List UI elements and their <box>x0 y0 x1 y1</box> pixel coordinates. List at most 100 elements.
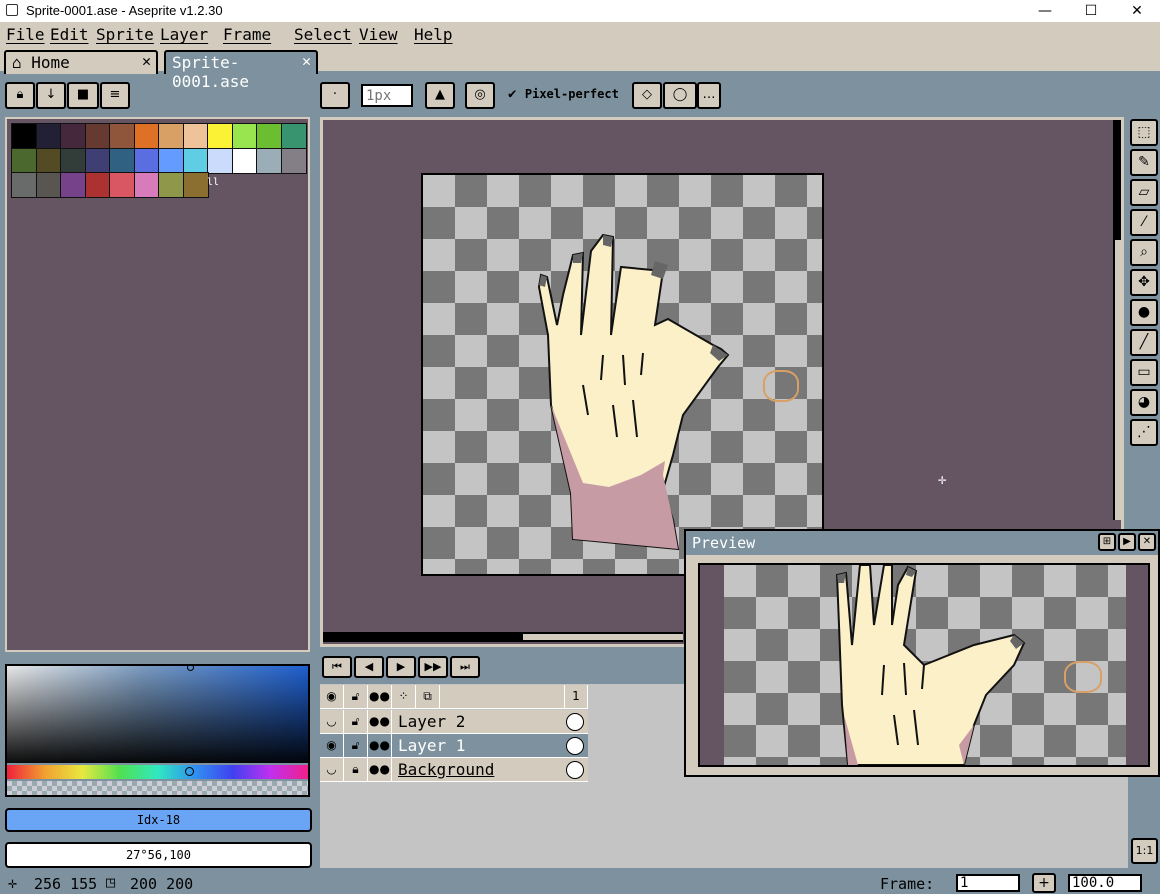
menu-layer[interactable]: Layer <box>160 25 208 44</box>
hue-cursor-icon[interactable] <box>185 767 194 776</box>
frame-cel-icon[interactable] <box>566 761 584 779</box>
saturation-value-field[interactable] <box>7 666 308 763</box>
palette-swatch[interactable] <box>60 147 86 174</box>
minimize-button[interactable]: — <box>1022 0 1068 22</box>
palette-swatch[interactable] <box>109 172 135 198</box>
zoom-icon[interactable]: ⌕ <box>1130 239 1158 266</box>
layer-row-layer-1[interactable]: ◉ 🔓︎ ●● Layer 1 <box>320 734 588 758</box>
brush-type-button[interactable]: · <box>320 82 350 109</box>
preview-play-icon[interactable]: ▶ <box>1118 533 1136 551</box>
palette-swatch[interactable] <box>35 147 62 174</box>
menu-view[interactable]: View <box>359 25 398 44</box>
move-icon[interactable]: ✥ <box>1130 269 1158 296</box>
palette-swatch[interactable] <box>256 123 282 149</box>
preview-close-icon[interactable]: ✕ <box>1138 533 1156 551</box>
sv-cursor-icon[interactable] <box>187 666 194 671</box>
continuous-icon[interactable]: ●● <box>368 734 392 758</box>
palette-swatch[interactable] <box>231 123 258 149</box>
rotation-algorithm-icon[interactable]: ◇ <box>632 82 662 109</box>
continuous-icon[interactable]: ●● <box>368 710 392 734</box>
layer-row-background[interactable]: ◡ 🔒︎ ●● Background <box>320 758 588 782</box>
sprite-canvas[interactable] <box>421 173 824 576</box>
palette-swatch[interactable] <box>182 147 209 174</box>
palette-swatch[interactable] <box>182 172 209 198</box>
pixel-perfect-checkbox[interactable]: ✔ Pixel-perfect <box>508 86 619 102</box>
tab-sprite[interactable]: Sprite-0001.ase ✕ <box>164 50 318 91</box>
continuous-icon[interactable]: ●● <box>368 685 392 709</box>
frame-cel-icon[interactable] <box>566 713 584 731</box>
layer-row-layer-2[interactable]: ◡ 🔓︎ ●● Layer 2 <box>320 710 588 734</box>
menu-frame[interactable]: Frame <box>223 25 271 44</box>
menu-file[interactable]: File <box>6 25 45 44</box>
palette-swatch[interactable] <box>11 172 37 198</box>
palette-swatch[interactable] <box>133 123 160 149</box>
zoom-input[interactable] <box>1068 874 1142 892</box>
palette-resize-handle-icon[interactable]: ll <box>207 177 219 188</box>
palette-swatch[interactable] <box>35 123 62 149</box>
symmetry-icon[interactable]: ◎ <box>465 82 495 109</box>
eyedropper-icon[interactable]: ⁄ <box>1130 209 1158 236</box>
preview-zoom-icon[interactable]: ⊞ <box>1098 533 1116 551</box>
palette-swatch[interactable] <box>84 172 111 198</box>
menu-icon[interactable]: ≡ <box>100 82 130 109</box>
palette-swatch[interactable] <box>256 147 282 174</box>
padlock-icon[interactable]: 🔒︎ <box>344 758 368 782</box>
frame-number-header[interactable]: 1 <box>564 685 588 709</box>
palette-swatch[interactable] <box>280 147 307 174</box>
add-frame-icon[interactable]: + <box>1032 873 1056 893</box>
palette-swatch[interactable] <box>60 123 86 149</box>
palette-swatch[interactable] <box>11 123 37 149</box>
color-hsv-field[interactable]: 27°56,100 <box>5 842 312 868</box>
palette-swatch[interactable] <box>84 147 111 174</box>
palette-swatch[interactable] <box>158 147 184 174</box>
palette-swatch[interactable] <box>280 123 307 149</box>
menu-sprite[interactable]: Sprite <box>96 25 154 44</box>
vertical-scrollbar-thumb[interactable] <box>1115 240 1121 520</box>
padlock-icon[interactable]: 🔓︎ <box>344 685 368 709</box>
line-icon[interactable]: ╱ <box>1130 329 1158 356</box>
first-frame-icon[interactable]: ⏮ <box>322 656 352 678</box>
layer-name[interactable]: Layer 2 <box>398 712 465 731</box>
folder-icon[interactable]: ■ <box>67 82 99 109</box>
layer-settings-icon[interactable]: ⧉ <box>416 685 440 709</box>
preview-window[interactable]: Preview ⊞ ▶ ✕ <box>684 529 1160 777</box>
menu-help[interactable]: Help <box>414 25 453 44</box>
rectangle-icon[interactable]: ▭ <box>1130 359 1158 386</box>
tab-home-close-icon[interactable]: ✕ <box>142 52 151 70</box>
frame-input[interactable] <box>956 874 1020 892</box>
palette-swatch[interactable] <box>207 147 233 174</box>
pencil-icon[interactable]: ✎ <box>1130 149 1158 176</box>
palette-swatch[interactable] <box>11 147 37 174</box>
palette-swatch[interactable] <box>109 147 135 174</box>
tab-sprite-close-icon[interactable]: ✕ <box>302 52 311 70</box>
palette-swatch[interactable] <box>84 123 111 149</box>
close-window-button[interactable]: ✕ <box>1114 0 1160 22</box>
alpha-slider[interactable] <box>7 781 308 795</box>
spray-icon[interactable]: ⋰ <box>1130 419 1158 446</box>
visibility-hidden-icon[interactable]: ◡ <box>320 710 344 734</box>
palette-swatch[interactable] <box>109 123 135 149</box>
eraser-icon[interactable]: ▱ <box>1130 179 1158 206</box>
palette-swatch[interactable] <box>182 123 209 149</box>
rectangular-marquee-icon[interactable]: ⬚ <box>1130 119 1158 146</box>
palette-swatch[interactable] <box>158 123 184 149</box>
down-arrow-icon[interactable]: ↓ <box>36 82 66 109</box>
palette-swatch[interactable] <box>60 172 86 198</box>
palette-swatch[interactable] <box>158 172 184 198</box>
next-frame-icon[interactable]: ▶▶ <box>418 656 448 678</box>
blur-icon[interactable]: ◕ <box>1130 389 1158 416</box>
blend-mode-icon[interactable]: ◯ <box>663 82 697 109</box>
play-icon[interactable]: ▶ <box>386 656 416 678</box>
more-options-button[interactable]: … <box>697 82 721 109</box>
layer-name[interactable]: Layer 1 <box>398 736 465 755</box>
palette-swatch[interactable] <box>35 172 62 198</box>
palette-swatch[interactable] <box>231 147 258 174</box>
continuous-icon[interactable]: ●● <box>368 758 392 782</box>
onion-skin-icon[interactable]: ⁘ <box>392 685 416 709</box>
padlock-icon[interactable]: 🔓︎ <box>344 734 368 758</box>
lock-icon[interactable]: 🔒︎ <box>5 82 35 109</box>
zoom-reset-button[interactable]: 1:1 <box>1131 838 1158 864</box>
menu-edit[interactable]: Edit <box>50 25 89 44</box>
previous-frame-icon[interactable]: ◀ <box>354 656 384 678</box>
palette-swatch[interactable] <box>133 172 160 198</box>
